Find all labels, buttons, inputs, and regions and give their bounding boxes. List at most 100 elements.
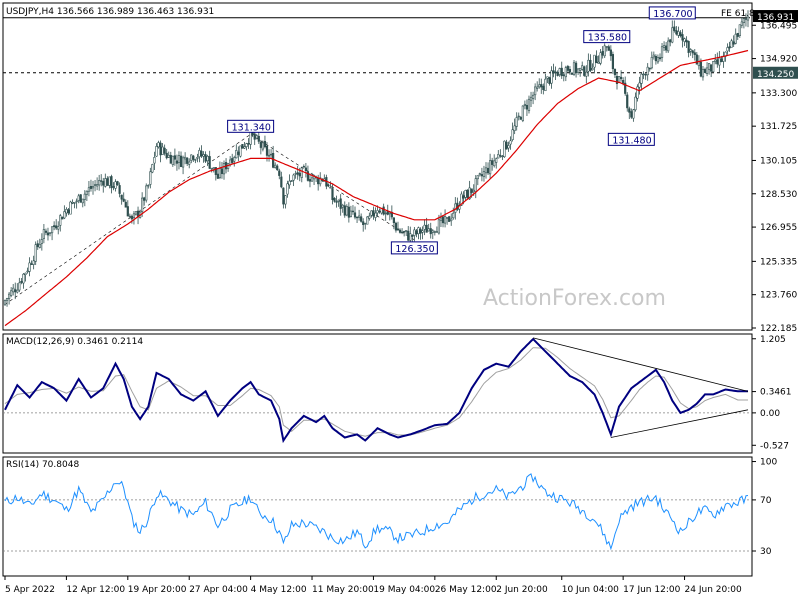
price-annotation-label: 126.350 (395, 244, 434, 255)
candle-body (503, 140, 506, 158)
time-tick-label: 19 May 04:00 (373, 585, 435, 595)
candle-body (742, 18, 746, 23)
candle-body (411, 234, 414, 237)
price-panel-header: USDJPY,H4 136.566 136.989 136.463 136.93… (6, 7, 214, 17)
candle-body (648, 67, 651, 70)
candle-body (654, 55, 657, 62)
candle-body (677, 31, 680, 36)
candle-body (310, 177, 314, 182)
candle-body (55, 225, 58, 229)
rsi-panel-frame (2, 456, 753, 577)
time-tick-label: 4 May 12:00 (251, 585, 307, 595)
candle-body (257, 135, 260, 142)
price-ytick-label: 122.185 (760, 324, 797, 334)
candle-body (570, 72, 574, 75)
candle-body (331, 188, 334, 200)
candle-body (89, 185, 93, 189)
candle-body (112, 186, 115, 188)
candle-body (200, 150, 203, 157)
candle-body (446, 217, 449, 219)
candle-body (720, 58, 723, 63)
candle-body (378, 210, 381, 213)
candle-body (349, 210, 353, 217)
candle-body (24, 272, 27, 275)
candle-body (423, 224, 426, 230)
candle-body (14, 289, 17, 293)
candle-body (642, 73, 645, 76)
candle-body (658, 57, 662, 60)
candle-body (521, 105, 524, 121)
candle-body (650, 57, 653, 69)
candle-body (77, 195, 80, 201)
candle-body (147, 184, 150, 187)
candle-body (233, 157, 236, 162)
candle-body (5, 298, 9, 301)
candle-body (53, 225, 56, 227)
candle-body (607, 46, 610, 51)
candle-body (167, 154, 170, 158)
candle-body (79, 194, 82, 203)
candle-body (386, 211, 389, 215)
fe-line-label: FE 61.8 (721, 9, 755, 19)
candle-body (122, 198, 125, 202)
macd-ytick-label: -0.527 (760, 441, 789, 451)
candle-body (108, 176, 111, 186)
candle-body (626, 94, 629, 109)
candle-body (26, 270, 29, 273)
candle-body (400, 231, 404, 234)
candle-body (284, 195, 287, 205)
candle-body (360, 216, 363, 222)
candle-body (302, 166, 305, 168)
candle-body (656, 56, 660, 63)
time-tick-label: 10 Jun 04:00 (562, 585, 619, 595)
candle-body (38, 243, 41, 248)
candle-body (517, 115, 520, 118)
candle-body (355, 216, 359, 219)
candle-body (18, 282, 21, 291)
candle-body (744, 18, 748, 20)
candle-body (568, 69, 572, 73)
candle-body (298, 172, 301, 177)
candle-body (667, 40, 670, 52)
candle-body (341, 204, 344, 208)
candle-body (613, 68, 617, 76)
candle-body (181, 157, 185, 168)
candle-body (69, 201, 72, 215)
candle-body (276, 165, 279, 171)
candle-body (265, 145, 269, 156)
candle-body (110, 176, 113, 189)
candle-body (126, 206, 129, 217)
candle-body (290, 180, 293, 182)
candle-body (425, 224, 428, 233)
macd-panel-header: MACD(12,26,9) 0.3461 0.2114 (6, 337, 143, 347)
candle-body (300, 167, 303, 178)
candle-body (488, 160, 492, 175)
candle-body (734, 33, 737, 44)
candle-body (482, 171, 486, 178)
usdjpy-chart: USDJPY,H4 136.566 136.989 136.463 136.93… (0, 0, 800, 600)
watermark: ActionForex.com (483, 286, 666, 311)
candle-body (534, 86, 537, 96)
candle-body (716, 59, 719, 65)
candle-body (710, 64, 713, 72)
candle-body (497, 154, 500, 159)
candle-body (161, 146, 164, 155)
price-annotation-label: 131.340 (232, 122, 271, 133)
candle-body (685, 39, 688, 43)
candle-body (705, 67, 709, 74)
candle-body (120, 194, 123, 200)
rsi-panel-header: RSI(14) 70.8048 (6, 460, 79, 470)
price-ytick-label: 125.335 (760, 257, 797, 267)
time-tick-label: 12 Apr 12:00 (66, 585, 125, 595)
candle-body (589, 59, 592, 71)
candle-body (507, 145, 510, 149)
candle-body (292, 174, 295, 181)
candle-body (241, 144, 244, 149)
candle-body (335, 201, 338, 203)
candle-body (370, 210, 373, 216)
candle-body (622, 80, 625, 84)
candle-body (552, 70, 555, 74)
candle-body (566, 66, 569, 71)
candle-body (83, 193, 86, 200)
candle-body (538, 84, 541, 88)
